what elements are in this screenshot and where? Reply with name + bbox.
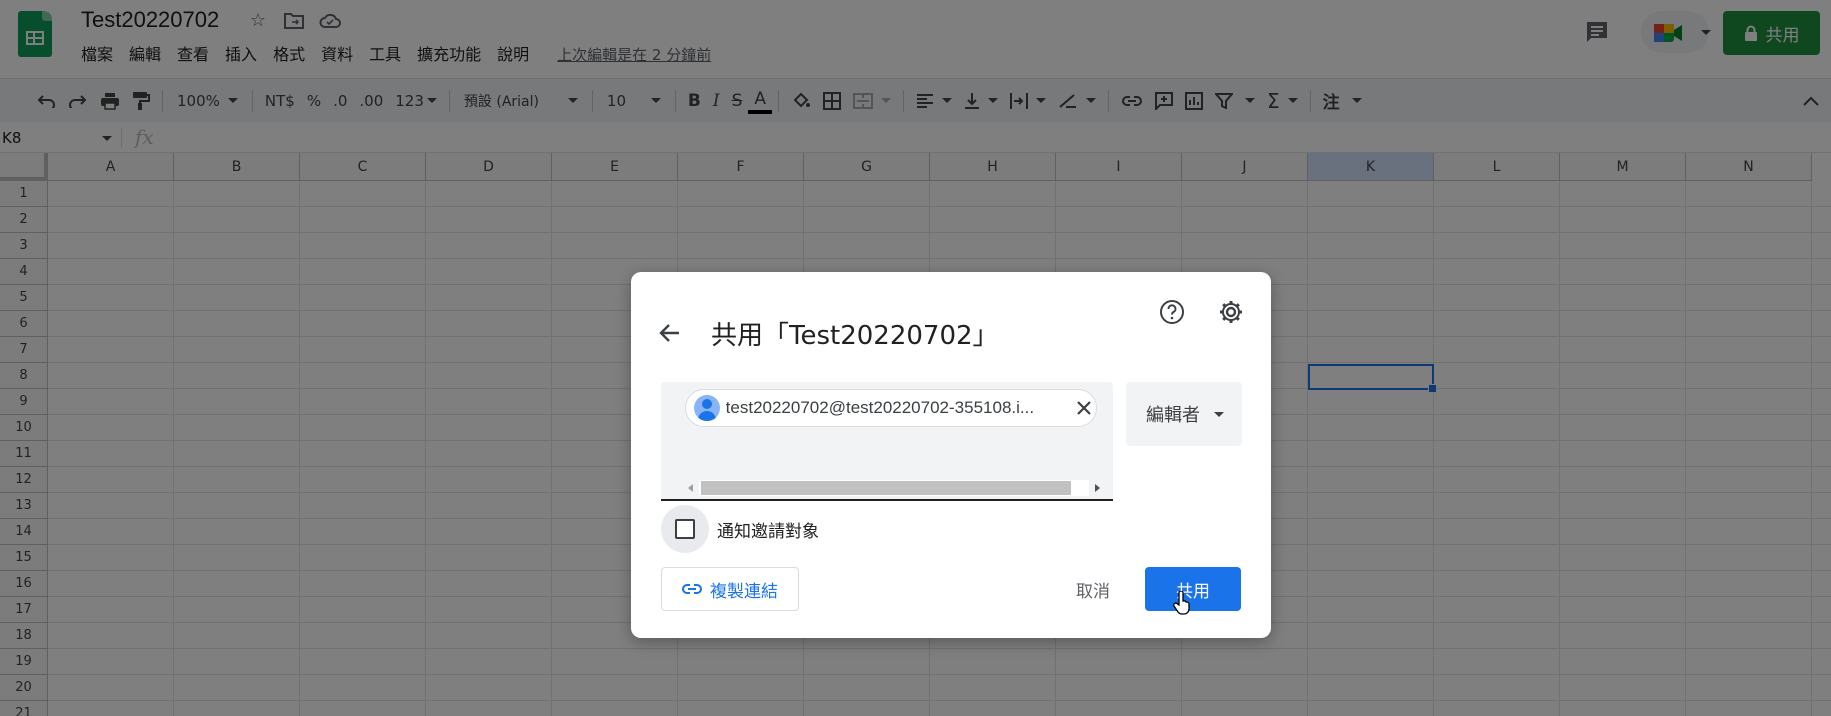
chevron-down-icon <box>1214 411 1224 417</box>
recipient-chip[interactable]: test20220702@test20220702-355108.i... <box>685 389 1097 427</box>
notify-checkbox[interactable] <box>675 519 695 539</box>
notify-label[interactable]: 通知邀請對象 <box>717 517 819 542</box>
scrollbar-thumb[interactable] <box>701 481 1071 495</box>
copy-link-label: 複製連結 <box>710 581 778 602</box>
back-arrow-icon[interactable] <box>657 320 683 346</box>
role-value: 編輯者 <box>1146 405 1200 426</box>
notify-checkbox-wrapper[interactable] <box>661 505 709 553</box>
recipient-input-area[interactable]: test20220702@test20220702-355108.i... <box>661 382 1113 501</box>
share-dialog: 共用「Test20220702」 test20220702@test202207… <box>631 272 1271 638</box>
help-icon[interactable] <box>1158 298 1186 326</box>
cancel-button[interactable]: 取消 <box>1061 567 1125 611</box>
link-icon <box>682 584 702 594</box>
notify-row: 通知邀請對象 <box>661 505 819 553</box>
recipient-email: test20220702@test20220702-355108.i... <box>725 398 1035 417</box>
scroll-right-arrow-icon[interactable] <box>1095 484 1100 492</box>
scroll-left-arrow-icon[interactable] <box>688 484 693 492</box>
copy-link-button[interactable]: 複製連結 <box>661 567 799 611</box>
avatar-icon <box>694 395 720 421</box>
close-icon[interactable] <box>1072 396 1096 420</box>
settings-gear-icon[interactable] <box>1217 298 1245 326</box>
dialog-title: 共用「Test20220702」 <box>711 321 999 351</box>
hand-cursor-icon <box>1173 591 1190 615</box>
role-select[interactable]: 編輯者 <box>1126 382 1242 446</box>
share-button[interactable]: 共用 <box>1145 567 1241 611</box>
horizontal-scrollbar[interactable] <box>685 480 1103 496</box>
